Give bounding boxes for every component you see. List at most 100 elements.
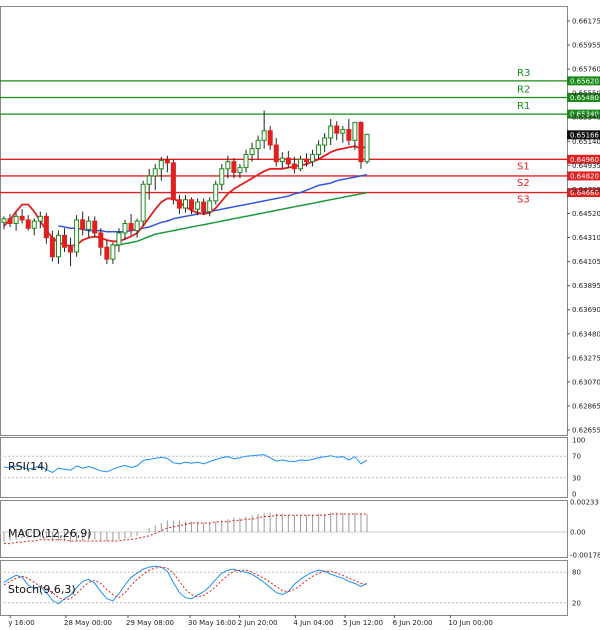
time-label: 29 May 08:00 — [126, 619, 174, 627]
price-tick-label: 0.63690 — [572, 306, 600, 314]
candle-body — [340, 129, 346, 134]
price-tick-label: 0.64935 — [572, 162, 600, 170]
price-tick-label: 0.65340 — [572, 114, 600, 122]
level-label-s1: S1 — [517, 161, 530, 172]
candle-body — [255, 139, 261, 150]
candle-body — [25, 219, 31, 229]
candle — [140, 180, 146, 226]
candle-body — [237, 167, 243, 173]
rsi-tick-label: 30 — [572, 474, 581, 482]
price-tick-label: 0.64105 — [572, 258, 600, 266]
time-label: 2 Jun 20:00 — [238, 619, 278, 627]
price-tick-label: 0.63895 — [572, 282, 600, 290]
candle-body — [201, 201, 207, 213]
level-label-r3: R3 — [517, 68, 530, 79]
candle — [170, 159, 176, 205]
candle-body — [170, 162, 176, 201]
level-tag-value: 0.64820 — [570, 172, 599, 180]
rsi-tick-label: 0 — [572, 491, 576, 499]
level-label-s3: S3 — [517, 195, 530, 206]
candle-body — [183, 199, 188, 209]
time-label: 30 May 16:00 — [188, 619, 236, 627]
rsi-tick-label: 100 — [572, 437, 585, 445]
candle-body — [164, 159, 170, 164]
stoch-tick-label: 80 — [572, 569, 581, 577]
candle-body — [189, 199, 195, 210]
candle-body — [207, 200, 213, 213]
macd-tick-label: -0.001788 — [570, 552, 600, 560]
candle-body — [98, 232, 104, 248]
candle-body — [328, 125, 334, 139]
candle-body — [358, 121, 364, 163]
forex-chart: R30.65620R20.65480R10.65340S10.64960S20.… — [0, 6, 600, 627]
current-price-value: 0.65166 — [570, 131, 599, 139]
candle-body — [225, 161, 231, 170]
candle-body — [13, 215, 19, 224]
candle-body — [285, 157, 291, 165]
level-label-r1: R1 — [517, 101, 530, 112]
candle-body — [334, 125, 340, 134]
candle-body — [122, 222, 128, 234]
candle-body — [243, 154, 249, 169]
level-tag-value: 0.65620 — [570, 77, 599, 85]
level-label-r2: R2 — [517, 85, 530, 96]
level-label-s2: S2 — [517, 178, 530, 189]
price-tick-label: 0.63070 — [572, 378, 600, 386]
candle-body — [62, 234, 67, 248]
candle — [74, 215, 80, 257]
price-tick-label: 0.64520 — [572, 210, 600, 218]
candle-body — [37, 215, 43, 222]
candle-body — [31, 220, 37, 229]
candle-body — [267, 130, 273, 146]
candle-body — [352, 121, 358, 141]
price-tick-label: 0.62655 — [572, 427, 600, 435]
price-tick-label: 0.65760 — [572, 66, 600, 74]
candle-body — [297, 158, 303, 170]
candle-body — [152, 168, 158, 177]
time-label: y 16:00 — [8, 619, 35, 627]
candle-body — [249, 148, 255, 156]
price-tick-label: 0.63480 — [572, 330, 600, 338]
rsi-title: RSI(14) — [8, 460, 48, 473]
candle-body — [7, 218, 13, 224]
candle-body — [55, 234, 61, 258]
candle-body — [364, 133, 370, 163]
time-label: 4 Jun 04:00 — [293, 619, 333, 627]
price-tick-label: 0.63275 — [572, 354, 600, 362]
time-label: 28 May 00:00 — [64, 619, 112, 627]
candle-body — [195, 201, 201, 210]
stoch-title: Stoch(9,6,3) — [8, 583, 76, 596]
candle-body — [116, 232, 122, 246]
candle-body — [1, 218, 7, 223]
macd-title: MACD(12,26,9) — [8, 527, 92, 540]
panel-frame-stoch — [0, 560, 568, 616]
candle-body — [213, 183, 219, 202]
candle-body — [140, 183, 146, 222]
candle-body — [273, 144, 279, 163]
candle — [213, 180, 219, 205]
macd-tick-label: 0.00233 — [570, 499, 599, 507]
candle-body — [80, 219, 86, 230]
candle-body — [92, 220, 98, 234]
price-tick-label: 0.65955 — [572, 42, 600, 50]
price-tick-label: 0.64725 — [572, 186, 600, 194]
price-tick-label: 0.62865 — [572, 402, 600, 410]
candle-body — [158, 159, 164, 170]
candle-body — [261, 130, 267, 141]
candle-body — [310, 154, 316, 163]
price-tick-label: 0.64310 — [572, 234, 600, 242]
candle-body — [291, 163, 297, 170]
candle-body — [43, 215, 49, 239]
candle-body — [316, 144, 322, 156]
candle-body — [128, 222, 134, 232]
macd-tick-label: 0.00 — [570, 528, 586, 536]
candle-body — [110, 244, 116, 260]
candle-body — [86, 220, 92, 230]
candle-body — [346, 129, 352, 141]
candle-body — [322, 137, 328, 146]
candle-body — [279, 157, 285, 163]
candle-body — [74, 219, 80, 253]
price-tick-label: 0.65550 — [572, 90, 600, 98]
rsi-tick-label: 70 — [572, 453, 581, 461]
candle-body — [231, 161, 237, 173]
